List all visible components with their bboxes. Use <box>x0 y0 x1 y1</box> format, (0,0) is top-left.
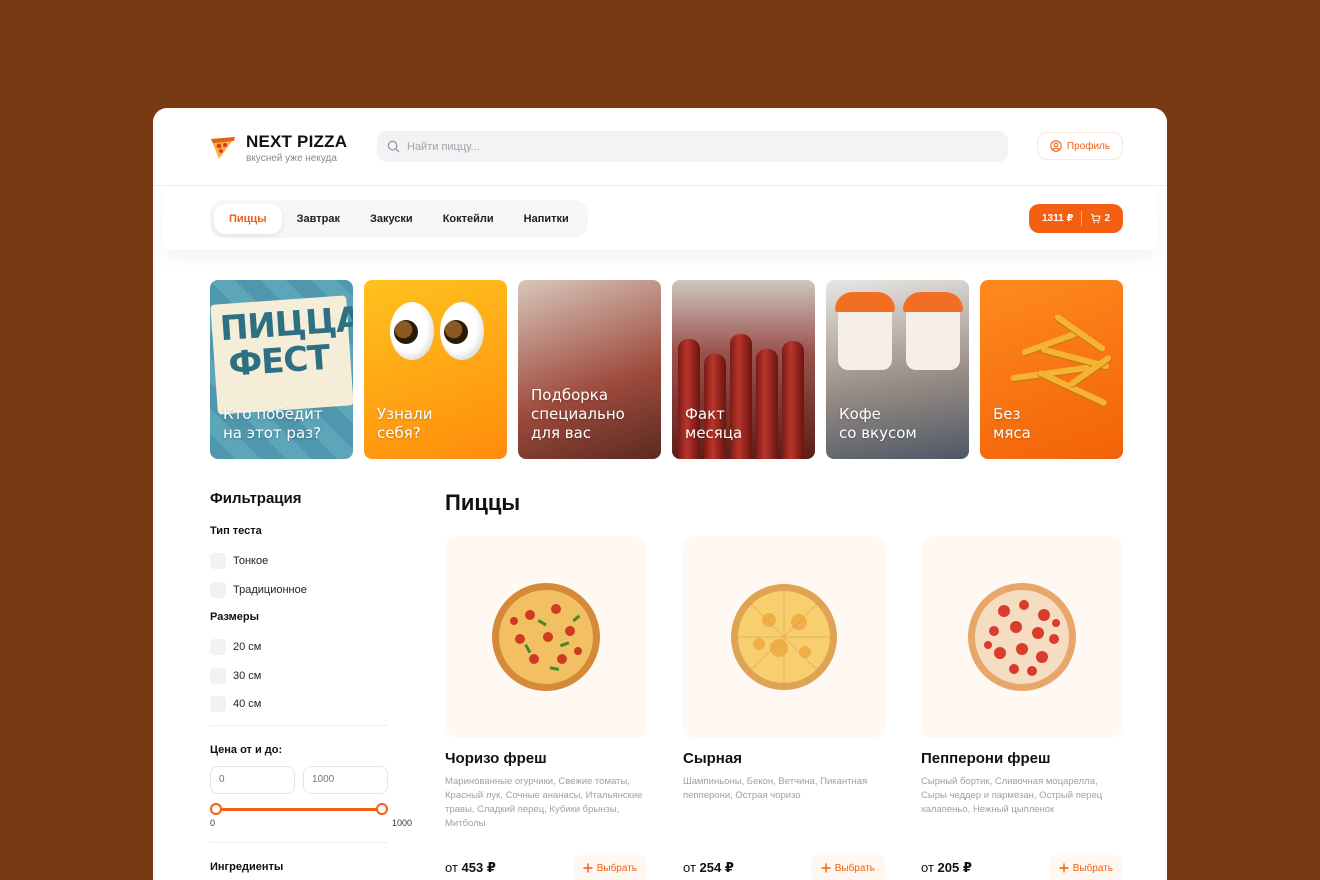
checkbox[interactable] <box>210 581 226 598</box>
checkbox[interactable] <box>210 667 226 684</box>
stories-row: ПИЦЦА ФЕСТ Кто победит на этот раз? Узна… <box>210 280 1123 459</box>
coffee-cup <box>903 292 963 370</box>
product-card[interactable]: Чоризо фреш Маринованные огурчики, Свежи… <box>445 536 647 880</box>
checkbox-dough-thin[interactable]: Тонкое <box>210 547 400 576</box>
story-card[interactable]: Без мяса <box>980 280 1123 459</box>
price-range-slider[interactable] <box>210 800 388 820</box>
checkbox[interactable] <box>210 553 226 570</box>
product-description: Маринованные огурчики, Свежие томаты, Кр… <box>445 776 643 829</box>
product-description: Сырный бортик, Сливочная моцарелла, Сыры… <box>921 776 1103 815</box>
dough-title: Тип теста <box>210 525 262 537</box>
filters-title: Фильтрация <box>210 490 302 507</box>
cart-divider <box>1081 211 1083 226</box>
eye-emoji-right <box>440 302 484 360</box>
plus-icon <box>583 863 593 873</box>
app-window: NEXT PIZZA вкусней уже некуда Профиль Пи… <box>153 108 1167 880</box>
add-to-cart-button[interactable]: Выбрать <box>572 855 647 880</box>
product-price: от 453 ₽ <box>445 860 496 875</box>
checkbox-size-20[interactable]: 20 см <box>210 633 400 662</box>
filters-sidebar: Фильтрация Тип теста Тонкое Традиционное… <box>210 490 412 880</box>
product-name: Пепперони фреш <box>921 750 1051 767</box>
logo[interactable]: NEXT PIZZA вкусней уже некуда <box>210 133 347 165</box>
story-caption: Кофе со вкусом <box>839 405 917 442</box>
header: NEXT PIZZA вкусней уже некуда Профиль <box>153 108 1167 186</box>
plus-icon <box>1059 863 1069 873</box>
add-to-cart-button[interactable]: Выбрать <box>810 855 885 880</box>
story-card[interactable]: Узнали себя? <box>364 280 507 459</box>
price-to-input[interactable] <box>303 765 388 794</box>
tab-snacks[interactable]: Закуски <box>355 204 428 234</box>
category-tabs: Пиццы Завтрак Закуски Коктейли Напитки <box>210 200 588 238</box>
pizza-fest-artwork: ПИЦЦА ФЕСТ <box>210 295 353 415</box>
range-max-label: 1000 <box>391 817 412 828</box>
product-image[interactable] <box>445 536 647 738</box>
add-to-cart-button[interactable]: Выбрать <box>1048 855 1123 880</box>
product-description: Шампиньоны, Бекон, Ветчина, Пикантная пе… <box>683 776 868 801</box>
cart-button[interactable]: 1311 ₽ 2 <box>1029 204 1123 233</box>
pizza-slice-icon <box>211 137 235 159</box>
checkbox[interactable] <box>210 639 226 656</box>
pizza-image <box>731 584 837 690</box>
product-image[interactable] <box>683 536 885 738</box>
pizza-image <box>492 583 600 691</box>
product-price: от 205 ₽ <box>921 860 972 875</box>
profile-button[interactable]: Профиль <box>1037 132 1123 160</box>
sizes-title: Размеры <box>210 611 260 623</box>
ingredients-title: Ингредиенты <box>210 860 284 873</box>
story-caption: Факт месяца <box>685 405 743 442</box>
checkbox-size-30[interactable]: 30 см <box>210 662 400 691</box>
story-caption: Без мяса <box>993 405 1031 442</box>
product-price: от 254 ₽ <box>683 860 734 875</box>
logo-subtitle: вкусней уже некуда <box>246 153 337 164</box>
story-caption: Узнали себя? <box>377 405 433 442</box>
pizza-image <box>968 583 1076 691</box>
slider-track <box>215 807 383 811</box>
product-image[interactable] <box>921 536 1123 738</box>
divider <box>210 841 388 843</box>
product-name: Сырная <box>683 750 742 767</box>
coffee-cup <box>835 292 895 370</box>
search-bar[interactable] <box>377 131 1008 162</box>
product-card[interactable]: Пепперони фреш Сырный бортик, Сливочная … <box>921 536 1123 880</box>
logo-title: NEXT PIZZA <box>246 132 348 151</box>
story-caption: Кто победит на этот раз? <box>223 405 323 442</box>
search-input[interactable] <box>407 140 967 153</box>
eye-emoji-left <box>390 302 434 360</box>
product-grid: Чоризо фреш Маринованные огурчики, Свежи… <box>445 536 1123 880</box>
checkbox-dough-traditional[interactable]: Традиционное <box>210 576 400 605</box>
product-card[interactable]: Сырная Шампиньоны, Бекон, Ветчина, Пикан… <box>683 536 885 880</box>
user-icon <box>1050 140 1062 152</box>
profile-label: Профиль <box>1066 140 1111 152</box>
catalog-title: Пиццы <box>445 490 521 515</box>
price-title: Цена от и до: <box>210 743 283 756</box>
story-card[interactable]: Факт месяца <box>672 280 815 459</box>
category-bar: Пиццы Завтрак Закуски Коктейли Напитки 1… <box>163 186 1157 250</box>
cart-total: 1311 ₽ <box>1042 213 1074 224</box>
product-name: Чоризо фреш <box>445 750 547 767</box>
story-caption: Подборка специально для вас <box>531 386 625 442</box>
checkbox[interactable] <box>210 696 226 713</box>
tab-pizzas[interactable]: Пиццы <box>214 204 282 234</box>
cart-icon <box>1091 213 1101 224</box>
slider-handle-max[interactable] <box>376 802 388 815</box>
checkbox-size-40[interactable]: 40 см <box>210 690 400 719</box>
slider-handle-min[interactable] <box>210 802 222 815</box>
search-icon <box>387 140 400 153</box>
tab-cocktails[interactable]: Коктейли <box>428 204 509 234</box>
price-from-input[interactable] <box>210 765 295 794</box>
plus-icon <box>821 863 831 873</box>
tab-drinks[interactable]: Напитки <box>509 204 584 234</box>
cart-count: 2 <box>1104 213 1110 224</box>
story-card[interactable]: Подборка специально для вас <box>518 280 661 459</box>
story-card[interactable]: Кофе со вкусом <box>826 280 969 459</box>
story-card[interactable]: ПИЦЦА ФЕСТ Кто победит на этот раз? <box>210 280 353 459</box>
tab-breakfast[interactable]: Завтрак <box>282 204 355 234</box>
divider <box>210 724 388 726</box>
